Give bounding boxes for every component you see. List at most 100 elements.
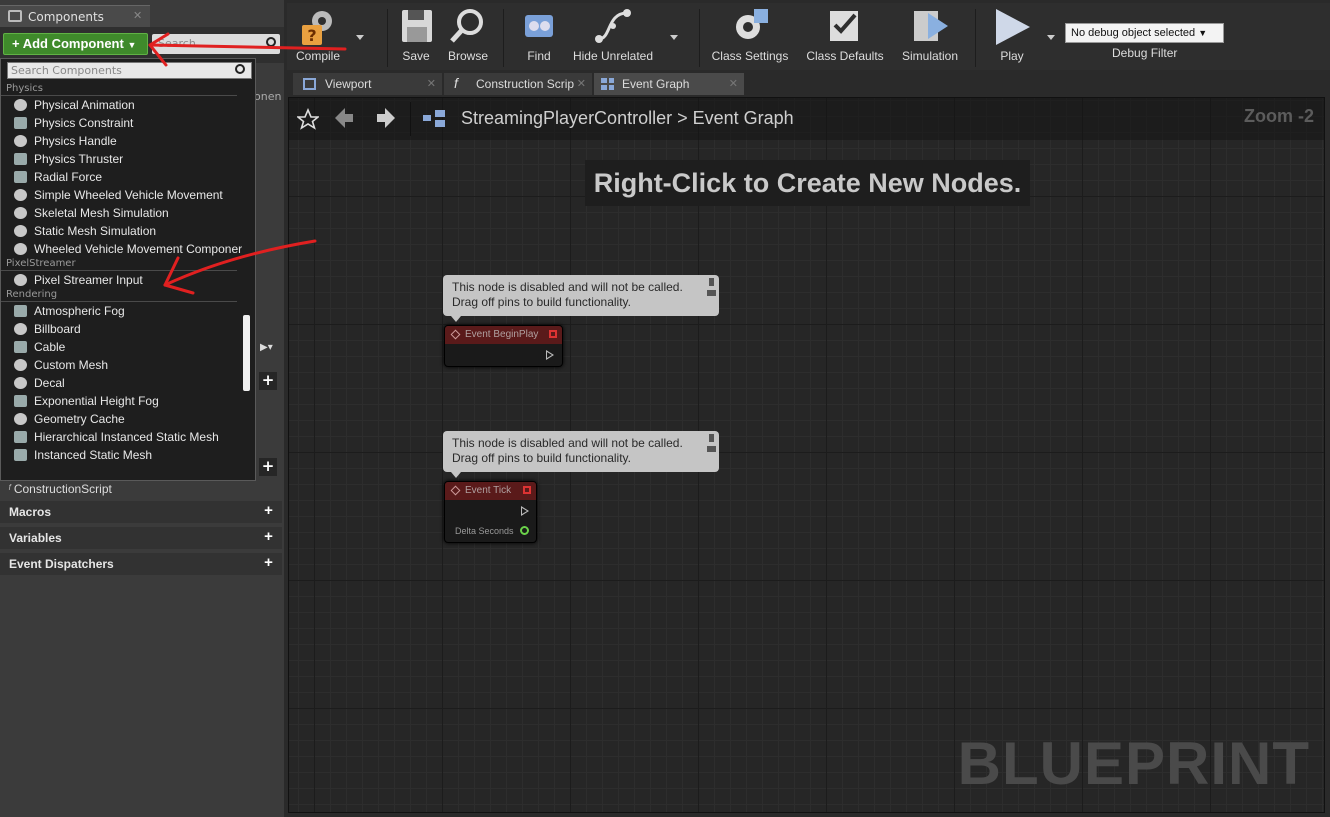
browse-button[interactable]: Browse: [445, 7, 491, 63]
list-item[interactable]: Static Mesh Simulation: [1, 222, 251, 240]
tab-construction-script-label: Construction Scrip: [476, 77, 575, 91]
viewport-icon: [303, 78, 316, 90]
chevron-down-icon[interactable]: [670, 35, 678, 40]
gear-icon: [730, 7, 770, 45]
play-button[interactable]: Play: [987, 7, 1037, 63]
list-item[interactable]: Instanced Static Mesh: [1, 446, 251, 464]
add-event-dispatcher-button[interactable]: +: [261, 555, 276, 571]
tab-viewport-label: Viewport: [325, 77, 372, 91]
component-icon: [14, 225, 27, 237]
list-item-label: Billboard: [34, 322, 81, 336]
dropdown-scrollbar[interactable]: [243, 315, 250, 391]
debug-object-select[interactable]: No debug object selected ▼: [1065, 23, 1224, 43]
list-item[interactable]: Radial Force: [1, 168, 251, 186]
event-graph-canvas[interactable]: StreamingPlayerController > Event Graph …: [288, 97, 1325, 813]
list-item-label: Physical Animation: [34, 98, 135, 112]
list-item-pixel-streamer-input[interactable]: Pixel Streamer Input: [1, 271, 251, 289]
pin-icon[interactable]: [707, 434, 716, 454]
browse-label: Browse: [447, 49, 488, 63]
dropdown-search-placeholder: Search Components: [11, 64, 122, 77]
list-item[interactable]: Custom Mesh: [1, 356, 251, 374]
list-item-label: Static Mesh Simulation: [34, 224, 157, 238]
list-item[interactable]: Exponential Height Fog: [1, 392, 251, 410]
list-item[interactable]: Physics Thruster: [1, 150, 251, 168]
play-icon: [992, 7, 1032, 45]
class-settings-button[interactable]: Class Settings: [707, 7, 793, 63]
node-title: Event Tick: [465, 485, 512, 496]
forward-arrow-icon[interactable]: [377, 108, 395, 128]
component-icon: [14, 189, 27, 201]
add-graph-button[interactable]: +: [259, 372, 277, 390]
svg-text:?: ?: [307, 26, 316, 45]
pin-icon[interactable]: [707, 278, 716, 298]
hide-unrelated-button[interactable]: Hide Unrelated: [569, 7, 657, 63]
class-defaults-button[interactable]: Class Defaults: [803, 7, 887, 63]
add-macro-button[interactable]: +: [261, 503, 276, 519]
delta-seconds-pin[interactable]: [520, 526, 529, 535]
list-item[interactable]: Simple Wheeled Vehicle Movement: [1, 186, 251, 204]
save-button[interactable]: Save: [395, 7, 437, 63]
list-item[interactable]: Geometry Cache: [1, 410, 251, 428]
list-item[interactable]: Billboard: [1, 320, 251, 338]
list-item-label: Physics Handle: [34, 134, 117, 148]
add-function-button[interactable]: +: [259, 458, 277, 476]
function-icon: ᶠ: [8, 482, 11, 496]
components-tab[interactable]: Components ✕: [0, 5, 150, 27]
fog-icon: [14, 305, 27, 317]
list-item[interactable]: Skeletal Mesh Simulation: [1, 204, 251, 222]
components-tab-label: Components: [28, 10, 104, 24]
list-item[interactable]: Atmospheric Fog: [1, 302, 251, 320]
graph-nodes-icon: [593, 7, 633, 45]
tab-construction-script[interactable]: f Construction Scrip ✕: [444, 73, 592, 95]
breadcrumb-current[interactable]: Event Graph: [693, 108, 794, 128]
thruster-icon: [14, 153, 27, 165]
close-icon[interactable]: ✕: [133, 9, 142, 22]
output-delegate-pin[interactable]: [523, 486, 531, 494]
create-nodes-hint: Right-Click to Create New Nodes.: [585, 160, 1030, 206]
list-item[interactable]: Physics Constraint: [1, 114, 251, 132]
add-variable-button[interactable]: +: [261, 529, 276, 545]
add-component-label: + Add Component: [12, 36, 124, 51]
exec-output-pin[interactable]: [546, 350, 554, 360]
close-icon[interactable]: ✕: [729, 77, 738, 90]
chevron-down-icon[interactable]: [1047, 35, 1055, 40]
list-item-label: Atmospheric Fog: [34, 304, 125, 318]
list-item[interactable]: Hierarchical Instanced Static Mesh: [1, 428, 251, 446]
close-icon[interactable]: ✕: [427, 77, 436, 90]
simulation-label: Simulation: [901, 49, 959, 63]
construction-script-item[interactable]: ᶠ ConstructionScript: [8, 482, 112, 496]
chevron-down-icon[interactable]: [356, 35, 364, 40]
simulation-icon: [910, 7, 950, 45]
macros-section[interactable]: Macros +: [0, 501, 282, 523]
components-search-input[interactable]: Search: [152, 34, 280, 54]
compile-button[interactable]: ? Compile: [295, 7, 341, 63]
components-tree-label: onen: [254, 90, 282, 103]
list-item[interactable]: Cable: [1, 338, 251, 356]
dropdown-search-input[interactable]: Search Components: [7, 62, 252, 79]
component-icon: [14, 99, 27, 111]
back-arrow-icon[interactable]: [335, 108, 353, 128]
find-button[interactable]: Find: [517, 7, 561, 63]
list-item-label: Wheeled Vehicle Movement Componer: [34, 242, 243, 256]
event-tick-node[interactable]: Event Tick Delta Seconds: [444, 481, 537, 543]
star-icon[interactable]: [297, 108, 319, 130]
event-graph-icon: [601, 78, 614, 90]
output-delegate-pin[interactable]: [549, 330, 557, 338]
tab-event-graph[interactable]: Event Graph ✕: [594, 73, 744, 95]
list-item[interactable]: Physics Handle: [1, 132, 251, 150]
component-icon: [14, 207, 27, 219]
list-item[interactable]: Physical Animation: [1, 96, 251, 114]
event-dispatchers-section[interactable]: Event Dispatchers +: [0, 553, 282, 575]
tab-viewport[interactable]: Viewport ✕: [293, 73, 442, 95]
exec-output-pin[interactable]: [521, 506, 529, 516]
chevron-down-icon[interactable]: ▶▾: [260, 342, 273, 353]
list-item[interactable]: Decal: [1, 374, 251, 392]
event-graph-icon: [423, 110, 445, 127]
list-item[interactable]: Wheeled Vehicle Movement Componer: [1, 240, 251, 258]
simulation-button[interactable]: Simulation: [897, 7, 963, 63]
breadcrumb-root[interactable]: StreamingPlayerController: [461, 108, 672, 128]
add-component-button[interactable]: + Add Component ▼: [3, 33, 148, 55]
event-beginplay-node[interactable]: Event BeginPlay: [444, 325, 563, 367]
variables-section[interactable]: Variables +: [0, 527, 282, 549]
close-icon[interactable]: ✕: [577, 77, 586, 90]
